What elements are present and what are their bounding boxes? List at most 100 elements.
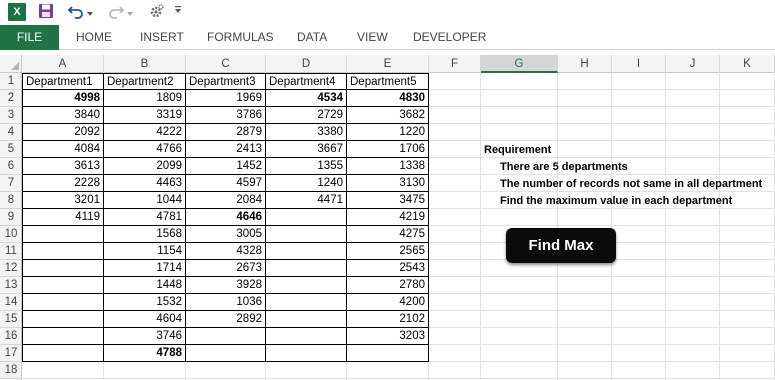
data-cell[interactable]: 3682 xyxy=(347,107,429,124)
data-cell[interactable]: 4646 xyxy=(186,209,266,226)
data-cell[interactable]: 3203 xyxy=(347,328,429,345)
tab-developer[interactable]: DEVELOPER xyxy=(413,25,486,50)
data-cell[interactable]: 4766 xyxy=(104,141,186,158)
data-cell[interactable]: 1568 xyxy=(104,226,186,243)
data-cell[interactable]: 2892 xyxy=(186,311,266,328)
row-header-14[interactable]: 14 xyxy=(0,294,22,311)
data-cell[interactable] xyxy=(266,209,347,226)
header-cell-department2[interactable]: Department2 xyxy=(104,73,186,90)
column-header-e[interactable]: E xyxy=(347,55,429,73)
header-cell-department4[interactable]: Department4 xyxy=(266,73,347,90)
data-cell[interactable] xyxy=(266,294,347,311)
data-cell[interactable] xyxy=(266,328,347,345)
row-header-17[interactable]: 17 xyxy=(0,345,22,362)
row-header-11[interactable]: 11 xyxy=(0,243,22,260)
data-cell[interactable]: 3005 xyxy=(186,226,266,243)
data-cell[interactable] xyxy=(266,345,347,362)
select-all-corner[interactable] xyxy=(0,55,22,73)
tab-home[interactable]: HOME xyxy=(76,25,112,50)
data-cell[interactable]: 2543 xyxy=(347,260,429,277)
data-cell[interactable] xyxy=(22,243,104,260)
data-cell[interactable]: 1809 xyxy=(104,90,186,107)
data-cell[interactable] xyxy=(22,277,104,294)
data-cell[interactable]: 4084 xyxy=(22,141,104,158)
data-cell[interactable]: 3380 xyxy=(266,124,347,141)
data-cell[interactable]: 1154 xyxy=(104,243,186,260)
data-cell[interactable]: 1448 xyxy=(104,277,186,294)
data-cell[interactable] xyxy=(22,328,104,345)
data-cell[interactable]: 4275 xyxy=(347,226,429,243)
data-cell[interactable]: 4471 xyxy=(266,192,347,209)
data-cell[interactable]: 4534 xyxy=(266,90,347,107)
column-header-a[interactable]: A xyxy=(22,55,104,73)
save-icon[interactable] xyxy=(38,3,54,21)
tab-formulas[interactable]: FORMULAS xyxy=(207,25,274,50)
data-cell[interactable] xyxy=(266,226,347,243)
data-cell[interactable]: 4830 xyxy=(347,90,429,107)
data-cell[interactable] xyxy=(266,260,347,277)
data-cell[interactable]: 2729 xyxy=(266,107,347,124)
redo-dropdown-icon[interactable] xyxy=(127,6,133,24)
data-cell[interactable]: 4200 xyxy=(347,294,429,311)
data-cell[interactable]: 1452 xyxy=(186,158,266,175)
row-header-6[interactable]: 6 xyxy=(0,158,22,175)
undo-icon[interactable] xyxy=(67,3,84,21)
data-cell[interactable] xyxy=(22,294,104,311)
data-cell[interactable]: 2879 xyxy=(186,124,266,141)
macro-icon[interactable] xyxy=(147,3,165,21)
column-header-g[interactable]: G xyxy=(481,55,558,73)
data-cell[interactable]: 2102 xyxy=(347,311,429,328)
data-cell[interactable]: 1240 xyxy=(266,175,347,192)
cell-grid[interactable]: Department1 Department2 Department3 Departm… xyxy=(22,73,775,380)
header-cell-department3[interactable]: Department3 xyxy=(186,73,266,90)
data-cell[interactable]: 1714 xyxy=(104,260,186,277)
data-cell[interactable]: 2228 xyxy=(22,175,104,192)
column-header-i[interactable]: I xyxy=(612,55,666,73)
row-header-8[interactable]: 8 xyxy=(0,192,22,209)
data-cell[interactable] xyxy=(186,345,266,362)
find-max-button[interactable]: Find Max xyxy=(506,228,616,263)
data-cell[interactable]: 2780 xyxy=(347,277,429,294)
column-header-d[interactable]: D xyxy=(266,55,347,73)
row-header-15[interactable]: 15 xyxy=(0,311,22,328)
data-cell[interactable]: 4328 xyxy=(186,243,266,260)
data-cell[interactable]: 3928 xyxy=(186,277,266,294)
data-cell[interactable]: 4119 xyxy=(22,209,104,226)
column-header-b[interactable]: B xyxy=(104,55,186,73)
customize-qat-icon[interactable] xyxy=(174,4,182,22)
data-cell[interactable] xyxy=(22,226,104,243)
row-header-16[interactable]: 16 xyxy=(0,328,22,345)
undo-dropdown-icon[interactable] xyxy=(87,6,93,24)
row-header-18[interactable]: 18 xyxy=(0,362,22,379)
data-cell[interactable]: 2084 xyxy=(186,192,266,209)
data-cell[interactable]: 3746 xyxy=(104,328,186,345)
data-cell[interactable]: 3201 xyxy=(22,192,104,209)
data-cell[interactable]: 1220 xyxy=(347,124,429,141)
redo-icon[interactable] xyxy=(108,3,125,21)
data-cell[interactable]: 3319 xyxy=(104,107,186,124)
header-cell-department5[interactable]: Department5 xyxy=(347,73,429,90)
data-cell[interactable]: 1532 xyxy=(104,294,186,311)
row-header-9[interactable]: 9 xyxy=(0,209,22,226)
data-cell[interactable]: 3475 xyxy=(347,192,429,209)
data-cell[interactable]: 4781 xyxy=(104,209,186,226)
row-header-12[interactable]: 12 xyxy=(0,260,22,277)
data-cell[interactable]: 3667 xyxy=(266,141,347,158)
column-header-c[interactable]: C xyxy=(186,55,266,73)
column-header-j[interactable]: J xyxy=(666,55,720,73)
row-header-10[interactable]: 10 xyxy=(0,226,22,243)
header-cell-department1[interactable]: Department1 xyxy=(22,73,104,90)
data-cell[interactable]: 4219 xyxy=(347,209,429,226)
column-header-h[interactable]: H xyxy=(558,55,612,73)
data-cell[interactable] xyxy=(22,345,104,362)
data-cell[interactable]: 1338 xyxy=(347,158,429,175)
row-header-5[interactable]: 5 xyxy=(0,141,22,158)
row-header-13[interactable]: 13 xyxy=(0,277,22,294)
data-cell[interactable]: 1036 xyxy=(186,294,266,311)
data-cell[interactable]: 2413 xyxy=(186,141,266,158)
data-cell[interactable]: 2099 xyxy=(104,158,186,175)
column-header-f[interactable]: F xyxy=(429,55,481,73)
data-cell[interactable]: 4222 xyxy=(104,124,186,141)
data-cell[interactable]: 4597 xyxy=(186,175,266,192)
data-cell[interactable]: 1706 xyxy=(347,141,429,158)
